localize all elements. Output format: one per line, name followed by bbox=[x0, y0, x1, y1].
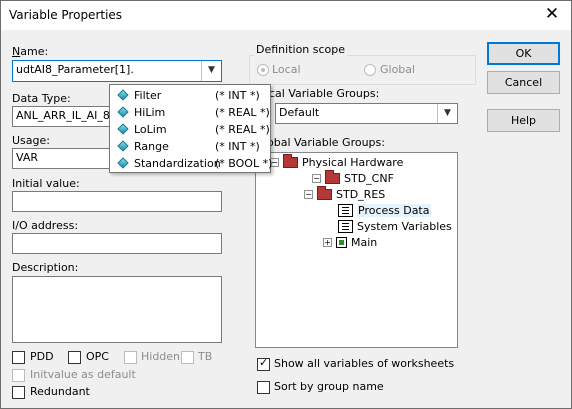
name-label: Name: bbox=[12, 45, 49, 58]
sort-by-group-checkbox[interactable] bbox=[257, 381, 270, 394]
tree-item-physical-hardware[interactable]: − Physical Hardware bbox=[270, 154, 404, 169]
io-address-input[interactable] bbox=[12, 233, 222, 254]
name-dropdown-button[interactable]: ▼ bbox=[201, 61, 221, 81]
member-name: Range bbox=[134, 140, 169, 153]
member-type: (* REAL *) bbox=[215, 123, 270, 136]
local-label: Local bbox=[272, 63, 301, 76]
autocomplete-item-filter[interactable]: Filter (* INT *) bbox=[110, 87, 270, 104]
member-name: LoLim bbox=[134, 123, 167, 136]
tree-item-std-res[interactable]: − STD_RES bbox=[304, 186, 386, 201]
autocomplete-popup: Filter (* INT *) HiLim (* REAL *) LoLim … bbox=[109, 84, 273, 173]
tree-item-main[interactable]: + Main bbox=[323, 236, 377, 249]
initvalue-default-checkbox[interactable] bbox=[12, 369, 25, 382]
collapse-icon[interactable]: − bbox=[304, 190, 313, 199]
member-name: HiLim bbox=[134, 106, 166, 119]
name-combobox[interactable]: udtAI8_Parameter[1]. ▼ bbox=[12, 60, 222, 82]
chevron-down-icon: ▼ bbox=[444, 108, 451, 118]
member-name: Standardization bbox=[134, 157, 221, 170]
initial-value-input[interactable] bbox=[12, 191, 222, 212]
member-type: (* BOOL *) bbox=[215, 157, 273, 170]
autocomplete-item-standardization[interactable]: Standardization (* BOOL *) bbox=[110, 155, 273, 172]
global-groups-label: obal Variable Groups: bbox=[267, 136, 385, 149]
variable-groups-tree[interactable]: − Physical Hardware − STD_CNF − STD_RES … bbox=[255, 152, 458, 348]
pdd-checkbox[interactable] bbox=[12, 351, 25, 364]
tb-label: TB bbox=[198, 350, 213, 363]
tree-item-label: Main bbox=[351, 236, 378, 249]
expand-icon[interactable]: + bbox=[323, 238, 332, 247]
redundant-label: Redundant bbox=[30, 385, 90, 398]
member-type: (* INT *) bbox=[215, 140, 260, 153]
help-button[interactable]: Help bbox=[487, 109, 560, 132]
local-groups-combobox[interactable]: Default ▼ bbox=[275, 103, 458, 124]
collapse-icon[interactable]: − bbox=[312, 174, 321, 183]
member-icon bbox=[117, 106, 129, 118]
variable-group-icon bbox=[338, 204, 353, 217]
local-groups-label: cal Variable Groups: bbox=[269, 87, 380, 100]
tb-checkbox[interactable] bbox=[181, 351, 194, 364]
folder-icon bbox=[317, 186, 332, 200]
folder-icon bbox=[283, 154, 298, 168]
member-icon bbox=[117, 123, 129, 135]
local-groups-dropdown-button[interactable]: ▼ bbox=[437, 104, 457, 123]
tree-item-label: Physical Hardware bbox=[302, 156, 404, 169]
description-textarea[interactable] bbox=[12, 276, 222, 343]
redundant-checkbox[interactable] bbox=[12, 386, 25, 399]
sort-by-group-label: Sort by group name bbox=[274, 380, 384, 393]
member-type: (* REAL *) bbox=[215, 106, 270, 119]
show-all-variables-label: Show all variables of worksheets bbox=[274, 357, 455, 370]
usage-field[interactable]: VAR bbox=[12, 148, 112, 169]
program-icon bbox=[336, 237, 347, 248]
tree-item-label: STD_RES bbox=[336, 188, 386, 201]
autocomplete-item-range[interactable]: Range (* INT *) bbox=[110, 138, 270, 155]
description-label: Description: bbox=[12, 261, 79, 274]
hidden-label: Hidden bbox=[141, 350, 181, 363]
io-address-label: I/O address: bbox=[12, 219, 79, 232]
cancel-button[interactable]: Cancel bbox=[487, 71, 560, 94]
window-title: Variable Properties bbox=[9, 8, 123, 22]
global-radio[interactable] bbox=[364, 64, 376, 76]
opc-label: OPC bbox=[86, 350, 109, 363]
tree-item-label: System Variables bbox=[357, 220, 452, 233]
autocomplete-item-hilim[interactable]: HiLim (* REAL *) bbox=[110, 104, 270, 121]
member-icon bbox=[117, 140, 129, 152]
opc-checkbox[interactable] bbox=[68, 351, 81, 364]
initvalue-default-label: Initvalue as default bbox=[30, 368, 136, 381]
member-type: (* INT *) bbox=[215, 89, 260, 102]
local-groups-value: Default bbox=[279, 106, 320, 119]
initial-value-label: Initial value: bbox=[12, 177, 80, 190]
member-name: Filter bbox=[134, 89, 162, 102]
autocomplete-item-lolim[interactable]: LoLim (* REAL *) bbox=[110, 121, 270, 138]
local-radio[interactable] bbox=[257, 64, 269, 76]
global-label: Global bbox=[380, 63, 416, 76]
ok-button[interactable]: OK bbox=[487, 42, 560, 65]
definition-scope-label: Definition scope bbox=[254, 43, 348, 56]
usage-label: Usage: bbox=[12, 134, 50, 147]
show-all-variables-checkbox[interactable] bbox=[257, 356, 270, 371]
close-icon[interactable]: ✕ bbox=[542, 4, 562, 24]
tree-item-label: STD_CNF bbox=[344, 172, 394, 185]
member-icon bbox=[117, 89, 129, 101]
tree-item-std-cnf[interactable]: − STD_CNF bbox=[312, 170, 394, 185]
tree-item-process-data[interactable]: Process Data bbox=[338, 204, 431, 217]
variable-group-icon bbox=[338, 220, 353, 233]
member-icon bbox=[117, 157, 129, 169]
tree-item-label: Process Data bbox=[357, 204, 431, 217]
tree-item-system-variables[interactable]: System Variables bbox=[338, 220, 452, 233]
data-type-label: Data Type: bbox=[12, 92, 71, 105]
data-type-field[interactable]: ANL_ARR_IL_AI_8 bbox=[12, 106, 112, 127]
chevron-down-icon: ▼ bbox=[208, 65, 215, 75]
pdd-label: PDD bbox=[30, 350, 54, 363]
name-input[interactable]: udtAI8_Parameter[1]. bbox=[16, 63, 134, 76]
name-label-rest: ame: bbox=[20, 45, 49, 58]
folder-icon bbox=[325, 170, 340, 184]
hidden-checkbox[interactable] bbox=[124, 351, 137, 364]
